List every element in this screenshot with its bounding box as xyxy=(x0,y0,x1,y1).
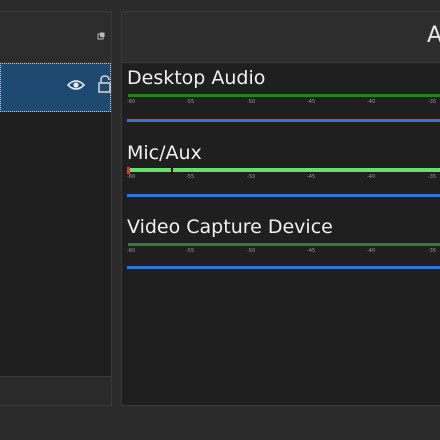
meter-tick: -35 xyxy=(428,174,437,180)
meter-tick: -45 xyxy=(307,248,316,254)
undock-icon[interactable] xyxy=(97,32,105,40)
mixer-header: A xyxy=(122,12,440,63)
mixer-channel-desktop-audio: Desktop Audio -60 -55 -50 -45 -40 -35 xyxy=(127,67,440,122)
meter-bar xyxy=(128,94,440,97)
volume-slider[interactable] xyxy=(127,119,440,122)
meter-tick: -50 xyxy=(247,99,256,105)
meter-tick: -45 xyxy=(307,174,316,180)
meter-tick: -60 xyxy=(127,248,136,254)
meter-bar xyxy=(128,243,440,246)
meter-tick: -50 xyxy=(247,174,256,180)
meter-tick: -35 xyxy=(428,248,437,254)
panel-title: A xyxy=(427,23,440,48)
meter-tick: -50 xyxy=(247,248,256,254)
meter-bar-active xyxy=(128,168,440,172)
meter-tick: -35 xyxy=(428,99,437,105)
volume-meter: -60 -55 -50 -45 -40 -35 xyxy=(127,90,440,105)
mixer-channel-video-capture: Video Capture Device -60 -55 -50 -45 -40… xyxy=(127,216,440,269)
meter-tick: -40 xyxy=(367,99,376,105)
meter-tick: -55 xyxy=(186,248,195,254)
sources-toolbar xyxy=(0,376,111,405)
peak-hold-marker xyxy=(171,167,173,174)
peak-indicator xyxy=(127,167,130,174)
meter-tick: -40 xyxy=(367,174,376,180)
unlocked-padlock-icon[interactable] xyxy=(98,75,112,93)
meter-tick: -40 xyxy=(367,248,376,254)
source-item-selected[interactable] xyxy=(0,63,111,112)
sources-header xyxy=(0,12,111,63)
volume-slider[interactable] xyxy=(127,266,440,269)
volume-meter: -60 -55 -50 -45 -40 -35 xyxy=(127,165,440,180)
meter-tick: -60 xyxy=(127,99,136,105)
meter-tick: -55 xyxy=(186,99,195,105)
audio-mixer-panel: A Desktop Audio -60 -55 -50 -45 -40 -35 … xyxy=(121,11,440,406)
meter-tick: -55 xyxy=(186,174,195,180)
visibility-eye-icon[interactable] xyxy=(67,78,85,92)
volume-meter: -60 -55 -50 -45 -40 -35 xyxy=(127,239,440,254)
channel-name: Video Capture Device xyxy=(127,216,333,238)
channel-name: Desktop Audio xyxy=(127,67,266,89)
mixer-channel-mic-aux: Mic/Aux -60 -55 -50 -45 -40 -35 xyxy=(127,142,440,197)
channel-name: Mic/Aux xyxy=(127,142,202,164)
meter-tick: -60 xyxy=(127,174,136,180)
volume-slider[interactable] xyxy=(127,194,440,197)
meter-tick: -45 xyxy=(307,99,316,105)
sources-panel xyxy=(0,11,112,406)
